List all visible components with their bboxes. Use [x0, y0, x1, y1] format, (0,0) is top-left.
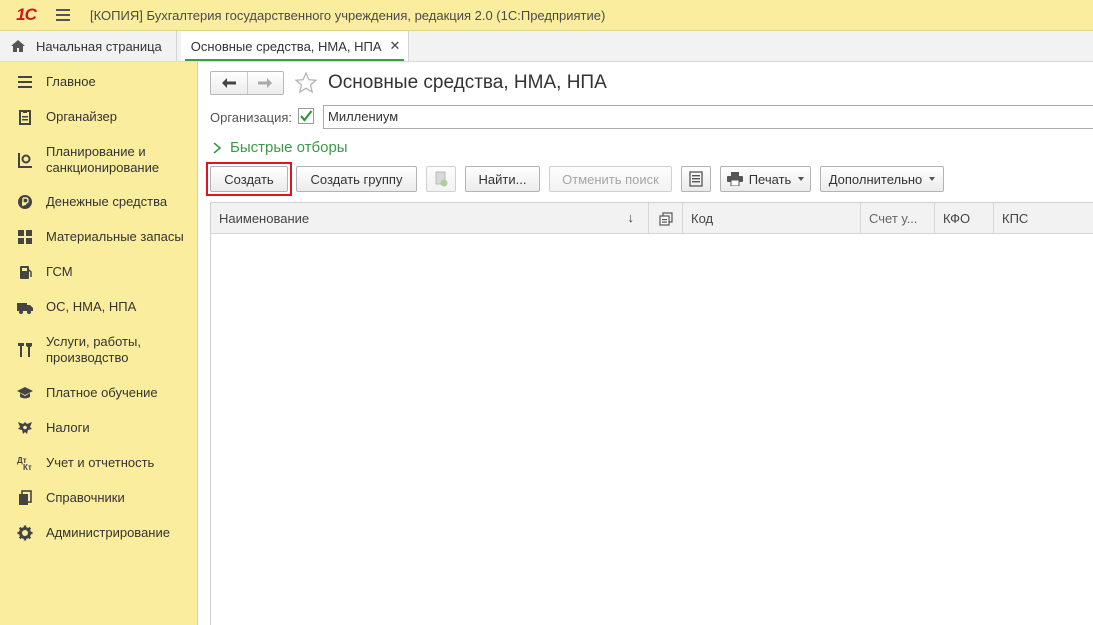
chevron-down-icon	[798, 177, 805, 181]
chevron-down-icon	[929, 177, 936, 181]
sidebar-item-education[interactable]: Платное обучение	[0, 384, 198, 402]
sidebar-item-taxes[interactable]: Налоги	[0, 419, 198, 437]
sort-arrow-icon: ↓	[627, 210, 635, 225]
grid-icon	[18, 230, 32, 244]
list-settings-button[interactable]	[681, 166, 711, 192]
column-header-kfo[interactable]: КФО	[935, 203, 994, 234]
page-title: Основные средства, НМА, НПА	[328, 72, 607, 93]
printer-icon	[726, 172, 743, 186]
column-header-label: КФО	[943, 211, 971, 226]
quick-filters-label: Быстрые отборы	[230, 139, 348, 156]
column-header-name[interactable]: Наименование ↓	[211, 203, 649, 234]
sidebar-item-label: Материальные запасы	[46, 229, 184, 244]
print-button-label: Печать	[748, 171, 792, 187]
sidebar-item-label: ОС, НМА, НПА	[46, 299, 137, 314]
arrow-left-icon	[221, 78, 236, 88]
cancel-search-button[interactable]: Отменить поиск	[549, 166, 672, 192]
column-header-code[interactable]: Код	[683, 203, 861, 234]
planning-icon	[18, 153, 32, 168]
sidebar-item-label: Планирование и санкционирование	[46, 144, 160, 175]
sidebar-item-planning[interactable]: Планирование и санкционирование	[0, 143, 198, 177]
print-button[interactable]: Печать	[720, 166, 811, 192]
more-button[interactable]: Дополнительно	[820, 166, 944, 192]
column-header-label: Код	[691, 211, 714, 226]
graduation-cap-icon	[17, 387, 33, 399]
column-header-account[interactable]: Счет у...	[861, 203, 935, 234]
forward-button[interactable]	[246, 72, 284, 94]
sidebar-item-accounting[interactable]: Дт Кт Учет и отчетность	[0, 454, 198, 472]
form-area: Основные средства, НМА, НПА Организация:…	[198, 62, 1093, 625]
main-menu-icon[interactable]	[56, 0, 78, 31]
sidebar-item-label: Платное обучение	[46, 385, 158, 400]
sidebar-item-label: Налоги	[46, 420, 90, 435]
window-title: [КОПИЯ] Бухгалтерия государственного учр…	[90, 7, 606, 23]
sidebar-item-label: Органайзер	[46, 109, 117, 124]
tab-home[interactable]: Начальная страница	[0, 31, 177, 61]
copy-icon	[658, 211, 673, 226]
close-icon[interactable]: ✕	[390, 38, 401, 54]
books-icon	[19, 490, 32, 505]
copy-document-icon	[435, 171, 448, 187]
debit-credit-icon: ДтКт	[17, 456, 32, 471]
column-header-label: КПС	[1002, 211, 1029, 226]
gear-icon	[17, 525, 33, 541]
home-icon	[11, 40, 25, 52]
column-header-picture[interactable]	[649, 203, 683, 234]
org-label: Организация:	[210, 110, 293, 125]
sidebar-item-materials[interactable]: Материальные запасы	[0, 228, 198, 246]
list-settings-icon	[689, 171, 703, 187]
sidebar: Главное Органайзер Планирование и санкци…	[0, 62, 198, 625]
svg-text:Кт: Кт	[23, 463, 32, 471]
title-bar: 1С [КОПИЯ] Бухгалтерия государственного …	[0, 0, 1093, 31]
history-nav	[210, 71, 284, 95]
quick-filters-toggle[interactable]: Быстрые отборы	[212, 139, 348, 156]
copy-button[interactable]	[426, 166, 456, 192]
sidebar-item-label: ГСМ	[46, 264, 73, 279]
column-header-label: Счет у...	[869, 211, 918, 226]
sidebar-item-fuel[interactable]: ГСМ	[0, 263, 198, 281]
find-button[interactable]: Найти...	[465, 166, 540, 192]
chevron-right-icon	[213, 141, 222, 154]
sidebar-item-label: Главное	[46, 74, 96, 89]
app-logo[interactable]: 1С	[8, 0, 44, 31]
sidebar-item-organizer[interactable]: Органайзер	[0, 108, 198, 126]
more-button-label: Дополнительно	[828, 171, 923, 187]
sidebar-item-label: Услуги, работы, производство	[46, 334, 141, 365]
sidebar-item-label: Администрирование	[46, 525, 170, 540]
eagle-emblem-icon	[18, 422, 32, 434]
sidebar-item-services[interactable]: Услуги, работы, производство	[0, 333, 198, 367]
sidebar-item-fixed-assets[interactable]: ОС, НМА, НПА	[0, 298, 198, 316]
tab-fixed-assets[interactable]: Основные средства, НМА, НПА ✕	[180, 31, 410, 61]
sidebar-item-references[interactable]: Справочники	[0, 489, 198, 507]
fuel-icon	[20, 266, 32, 279]
logo-text: 1С	[16, 5, 37, 24]
list-table[interactable]: Наименование ↓ Код Счет у... КФО КПС	[210, 202, 1093, 625]
arrow-right-icon	[258, 78, 273, 88]
ruble-icon	[18, 195, 32, 209]
list-icon	[18, 76, 32, 88]
tools-icon	[18, 343, 32, 357]
back-button[interactable]	[211, 72, 247, 94]
checkmark-icon	[300, 110, 313, 122]
sidebar-item-label: Денежные средства	[46, 194, 168, 209]
create-group-button[interactable]: Создать группу	[296, 166, 417, 192]
sidebar-item-main[interactable]: Главное	[0, 73, 198, 91]
favorite-star-icon[interactable]	[294, 71, 318, 95]
sidebar-item-label: Учет и отчетность	[46, 455, 155, 470]
sidebar-item-admin[interactable]: Администрирование	[0, 524, 198, 542]
truck-icon	[17, 303, 33, 314]
tab-home-label: Начальная страница	[36, 38, 162, 54]
table-header: Наименование ↓ Код Счет у... КФО КПС	[211, 203, 1093, 234]
org-filter-checkbox[interactable]	[298, 108, 314, 124]
create-button[interactable]: Создать	[210, 166, 288, 192]
column-header-kps[interactable]: КПС	[994, 203, 1093, 234]
tab-fixed-assets-label: Основные средства, НМА, НПА	[190, 38, 382, 54]
clipboard-icon	[19, 110, 31, 125]
org-field[interactable]: Миллениум	[323, 105, 1093, 129]
sidebar-item-money[interactable]: Денежные средства	[0, 193, 198, 211]
tabs-bar: Начальная страница Основные средства, НМ…	[0, 31, 1093, 62]
column-header-label: Наименование	[219, 211, 310, 226]
sidebar-item-label: Справочники	[46, 490, 125, 505]
